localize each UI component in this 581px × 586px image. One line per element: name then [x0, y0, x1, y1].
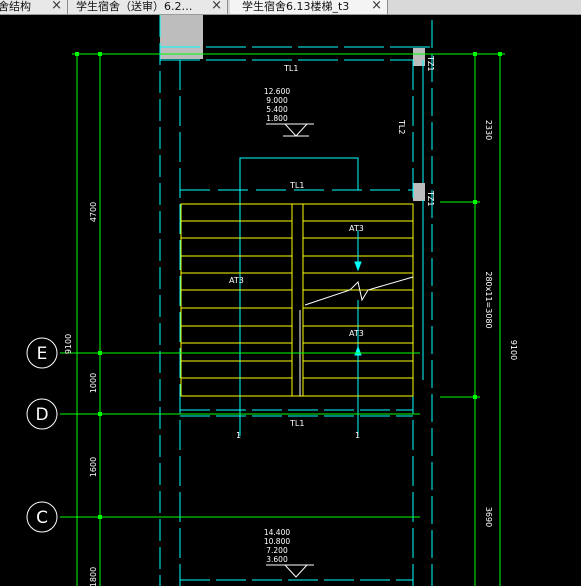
elevation-text: 10.800: [264, 537, 290, 546]
axis-lines: [60, 52, 505, 586]
label-at3-upper: AT3: [349, 224, 364, 233]
elevation-text: 7.200: [266, 546, 288, 555]
close-tab-icon[interactable]: ×: [211, 0, 222, 12]
label-tl1-top: TL1: [283, 64, 298, 73]
axis-labels: E D C: [35, 344, 48, 528]
close-tab-icon[interactable]: ×: [371, 0, 382, 12]
dim-1600: 1600: [89, 457, 98, 477]
axis-label-e: E: [37, 344, 48, 364]
dim-3690: 3690: [484, 507, 493, 527]
dim-1800: 1800: [89, 567, 98, 586]
label-tz1-top: TZ1: [426, 55, 435, 71]
tab-label: 舍结构: [0, 0, 31, 13]
axis-bubbles: [26, 337, 58, 533]
tab-label: 学生宿舍6.13楼梯_t3: [242, 0, 350, 13]
tab-dormitory-review[interactable]: 学生宿舍（送审）6.2… ×: [68, 0, 228, 14]
cad-drawing-canvas[interactable]: E D C TL1 TL1 TL1 AT3 AT3 AT3 1 1 TL2 TZ…: [0, 15, 581, 586]
elevation-text: 14.400: [264, 528, 290, 537]
column-tz1-mid: [413, 183, 425, 201]
elevation-text: 5.400: [266, 105, 288, 114]
section-mark-left: 1: [236, 431, 241, 440]
tab-structure[interactable]: 舍结构 ×: [0, 0, 68, 14]
dimension-ticks: [75, 52, 502, 519]
section-mark-right: 1: [355, 431, 360, 440]
elevation-symbol-upper: [266, 123, 314, 137]
label-at3-lower: AT3: [349, 329, 364, 338]
dim-2330: 2330: [484, 120, 493, 140]
tab-label: 学生宿舍（送审）6.2…: [76, 0, 193, 13]
label-tl2: TL2: [397, 119, 406, 134]
elevation-text: 1.800: [266, 114, 288, 123]
elevation-symbol-lower: [266, 564, 314, 578]
document-tab-bar: 舍结构 × 学生宿舍（送审）6.2… × 学生宿舍6.13楼梯_t3 ×: [0, 0, 581, 15]
close-tab-icon[interactable]: ×: [51, 0, 62, 12]
label-tl1-bottom: TL1: [289, 419, 304, 428]
dim-1000: 1000: [89, 373, 98, 393]
dim-4700: 4700: [89, 202, 98, 222]
tab-stair-drawing[interactable]: 学生宿舍6.13楼梯_t3 ×: [230, 0, 388, 14]
column-block: [160, 15, 203, 59]
elevation-text: 12.600: [264, 87, 290, 96]
label-tl1-mid: TL1: [289, 181, 304, 190]
member-labels: TL1 TL1 TL1 AT3 AT3 AT3 1 1 TL2 TZ1 TZ1: [229, 55, 435, 440]
label-tz1-mid: TZ1: [426, 190, 435, 206]
label-at3-left: AT3: [229, 276, 244, 285]
dim-stair-run: 280x11=3080: [484, 271, 493, 328]
elevation-text: 3.600: [266, 555, 288, 564]
elevation-text: 9.000: [266, 96, 288, 105]
dim-9100-right: 9100: [509, 340, 518, 360]
elevations-upper: 12.600 9.000 5.400 1.800: [264, 87, 290, 123]
break-line: [304, 276, 414, 306]
dim-9100-left: 9100: [64, 334, 73, 354]
axis-label-d: D: [35, 405, 48, 425]
elevations-lower: 14.400 10.800 7.200 3.600: [264, 528, 290, 564]
stair-treads: [180, 203, 414, 397]
axis-label-c: C: [36, 508, 48, 528]
